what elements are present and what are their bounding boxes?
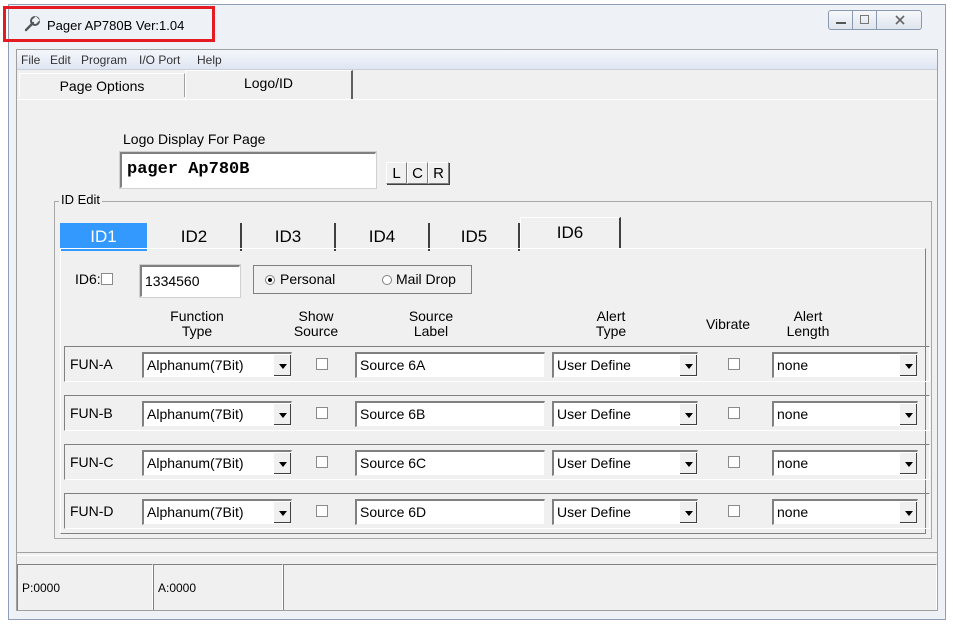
app-window: Pager AP780B Ver:1.04 File Edit Program … — [3, 4, 946, 620]
tab-id2[interactable]: ID2 — [148, 223, 242, 251]
align-left-button[interactable]: L — [386, 162, 407, 184]
show-source-checkbox[interactable] — [316, 358, 328, 370]
tab-id1[interactable]: ID1 — [60, 223, 148, 251]
tab-id5[interactable]: ID5 — [430, 223, 520, 251]
id6-number-field[interactable]: 1334560 — [139, 264, 241, 298]
status-bar: P:0000 A:0000 — [17, 564, 937, 610]
personal-radio-label: Personal — [280, 271, 336, 287]
pager-mode-radio-group: Personal Mail Drop — [253, 265, 472, 294]
personal-radio[interactable] — [265, 275, 275, 285]
alert-type-select[interactable]: User Define — [552, 499, 698, 525]
header-alert-type: Alert Type — [595, 308, 627, 339]
menu-help[interactable]: Help — [197, 53, 222, 67]
fun-label: FUN-D — [70, 503, 114, 519]
function-type-select[interactable]: Alphanum(7Bit) — [142, 499, 292, 525]
show-source-checkbox[interactable] — [316, 407, 328, 419]
fun-row-b: FUN-B Alphanum(7Bit) Source 6B User Defi… — [64, 395, 930, 431]
title-highlight-box — [3, 6, 215, 42]
divider — [17, 552, 937, 556]
id6-panel: ID6: 1334560 Personal Mail Drop Function… — [60, 248, 930, 534]
id-edit-group: ID Edit ID1 ID2 ID3 ID4 ID5 ID6 ID6: 133… — [54, 192, 932, 539]
function-type-select[interactable]: Alphanum(7Bit) — [142, 352, 292, 378]
vibrate-checkbox[interactable] — [728, 456, 740, 468]
menu-file[interactable]: File — [21, 53, 40, 67]
logo-id-panel: Logo Display For Page pager Ap780B L C R… — [17, 99, 937, 550]
source-label-input[interactable]: Source 6A — [355, 352, 545, 378]
menu-bar: File Edit Program I/O Port Help — [17, 50, 937, 70]
chevron-down-icon[interactable] — [273, 452, 291, 474]
header-vibrate: Vibrate — [705, 316, 751, 332]
alert-type-select[interactable]: User Define — [552, 401, 698, 427]
fun-label: FUN-B — [70, 405, 113, 421]
chevron-down-icon[interactable] — [899, 354, 917, 376]
tab-page-options[interactable]: Page Options — [19, 73, 185, 97]
id-edit-label: ID Edit — [59, 192, 103, 207]
logo-display-field[interactable]: pager Ap780B — [119, 151, 377, 189]
menu-program[interactable]: Program — [81, 53, 127, 67]
header-function-type: Function Type — [170, 308, 224, 339]
status-message — [283, 564, 937, 610]
header-source-label: Source Label — [408, 308, 454, 339]
main-tabs: Page Options Logo/ID — [17, 69, 937, 100]
id6-enable-checkbox[interactable] — [101, 273, 113, 285]
source-label-input[interactable]: Source 6C — [355, 450, 545, 476]
fun-label: FUN-C — [70, 454, 114, 470]
align-right-button[interactable]: R — [428, 162, 449, 184]
show-source-checkbox[interactable] — [316, 456, 328, 468]
tab-id4[interactable]: ID4 — [336, 223, 430, 251]
vibrate-checkbox[interactable] — [728, 358, 740, 370]
alert-length-select[interactable]: none — [772, 401, 918, 427]
tab-id6[interactable]: ID6 — [520, 217, 621, 249]
alert-type-select[interactable]: User Define — [552, 352, 698, 378]
close-icon — [895, 15, 905, 25]
fun-label: FUN-A — [70, 356, 113, 372]
alert-type-select[interactable]: User Define — [552, 450, 698, 476]
tab-logo-id[interactable]: Logo/ID — [185, 70, 353, 100]
header-alert-length: Alert Length — [786, 308, 830, 339]
close-button[interactable] — [876, 10, 922, 30]
minimize-icon — [836, 22, 846, 24]
chevron-down-icon[interactable] — [899, 403, 917, 425]
id6-checkbox-label: ID6: — [75, 271, 101, 287]
fun-row-c: FUN-C Alphanum(7Bit) Source 6C User Defi… — [64, 444, 930, 480]
chevron-down-icon[interactable] — [273, 403, 291, 425]
chevron-down-icon[interactable] — [273, 354, 291, 376]
chevron-down-icon[interactable] — [679, 354, 697, 376]
vibrate-checkbox[interactable] — [728, 505, 740, 517]
alert-length-select[interactable]: none — [772, 450, 918, 476]
client-area: File Edit Program I/O Port Help Page Opt… — [16, 49, 938, 611]
maximize-button[interactable] — [852, 10, 877, 30]
alert-length-select[interactable]: none — [772, 352, 918, 378]
menu-io-port[interactable]: I/O Port — [139, 53, 180, 67]
logo-display-label: Logo Display For Page — [123, 131, 266, 147]
chevron-down-icon[interactable] — [899, 501, 917, 523]
chevron-down-icon[interactable] — [273, 501, 291, 523]
menu-edit[interactable]: Edit — [50, 53, 71, 67]
fun-row-d: FUN-D Alphanum(7Bit) Source 6D User Defi… — [64, 493, 930, 529]
maximize-icon — [860, 15, 869, 24]
function-type-select[interactable]: Alphanum(7Bit) — [142, 450, 292, 476]
mail-drop-radio-label: Mail Drop — [396, 271, 456, 287]
header-show-source: Show Source — [293, 308, 339, 339]
mail-drop-radio[interactable] — [382, 275, 392, 285]
minimize-button[interactable] — [828, 10, 853, 30]
chevron-down-icon[interactable] — [679, 452, 697, 474]
chevron-down-icon[interactable] — [899, 452, 917, 474]
tab-id3[interactable]: ID3 — [242, 223, 336, 251]
alert-length-select[interactable]: none — [772, 499, 918, 525]
status-page-count: P:0000 — [17, 564, 153, 610]
source-label-input[interactable]: Source 6D — [355, 499, 545, 525]
vibrate-checkbox[interactable] — [728, 407, 740, 419]
chevron-down-icon[interactable] — [679, 403, 697, 425]
title-bar[interactable]: Pager AP780B Ver:1.04 — [3, 5, 945, 45]
fun-row-a: FUN-A Alphanum(7Bit) Source 6A User Defi… — [64, 346, 930, 382]
function-type-select[interactable]: Alphanum(7Bit) — [142, 401, 292, 427]
chevron-down-icon[interactable] — [679, 501, 697, 523]
status-address: A:0000 — [153, 564, 283, 610]
show-source-checkbox[interactable] — [316, 505, 328, 517]
source-label-input[interactable]: Source 6B — [355, 401, 545, 427]
align-center-button[interactable]: C — [407, 162, 428, 184]
